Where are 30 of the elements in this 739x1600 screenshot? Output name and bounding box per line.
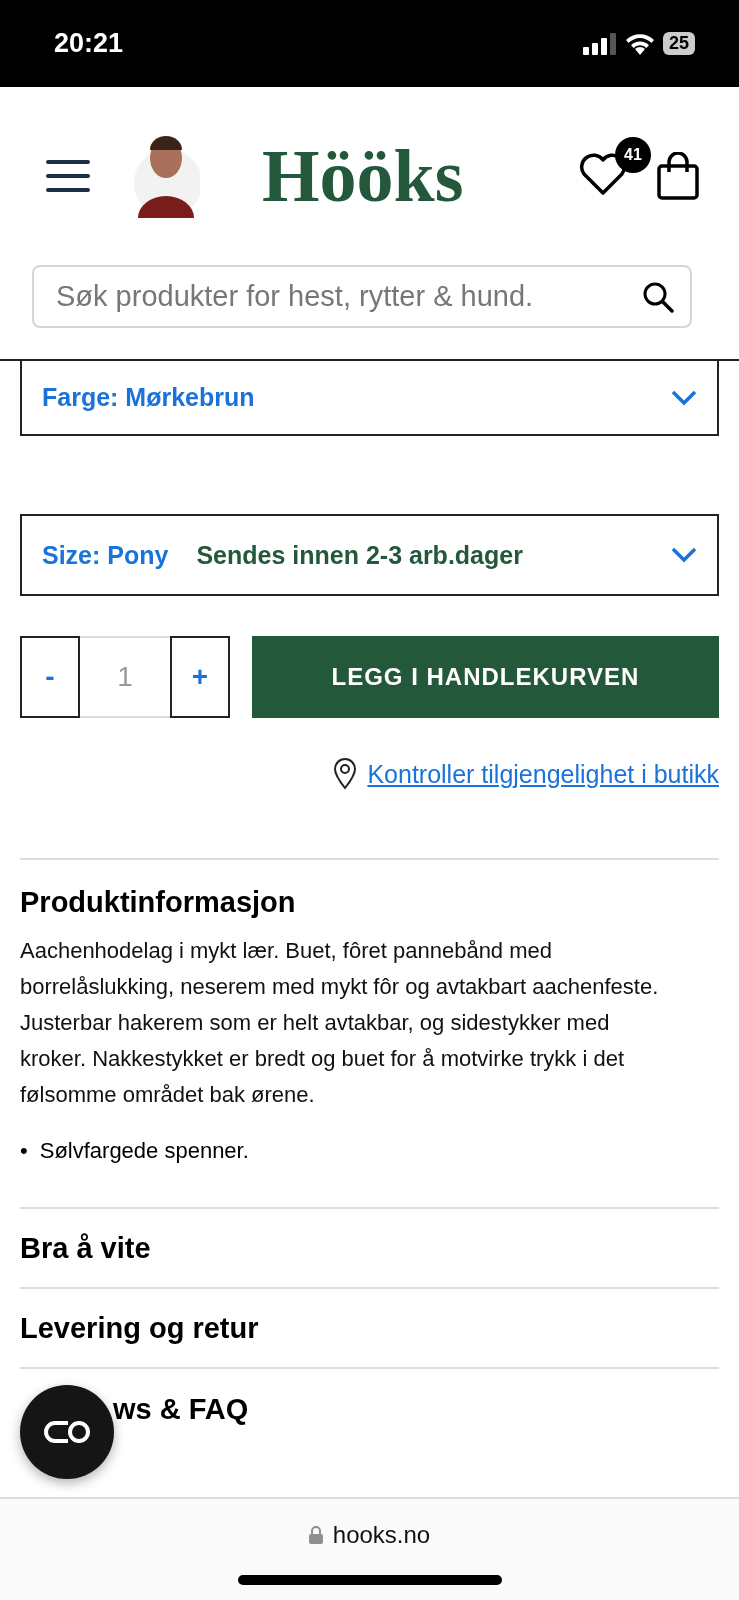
url-text[interactable]: hooks.no <box>332 1521 431 1549</box>
bullet-marker: • <box>20 1137 28 1165</box>
increase-button[interactable]: + <box>170 636 230 718</box>
product-description: Aachenhodelag i mykt lær. Buet, fôret pannebånd med borrelåslukking, neserem med mykt fôr og avtakbart aachenfeste. Justerbar hakerem som er helt avtakbar, og sidestykker med kroker. Nakkestykket er bredt og buet for å motvirke trykk i det følsomme området bak ørene. <box>20 937 660 1109</box>
wishlist-count-badge: 41 <box>615 137 651 173</box>
accordion-heading[interactable]: ws & FAQ <box>113 1392 249 1426</box>
shopping-bag-icon[interactable] <box>657 152 699 200</box>
logo[interactable]: Hööks <box>262 133 579 219</box>
signal-icon <box>582 32 617 55</box>
status-time: 20:21 <box>54 28 124 59</box>
menu-icon[interactable] <box>46 159 90 193</box>
chevron-down-icon <box>671 547 697 563</box>
location-pin-icon <box>333 758 358 790</box>
lock-icon <box>308 1526 323 1544</box>
store-availability-link[interactable]: Kontroller tilgjengelighet i butikk <box>367 759 719 789</box>
accordion-heading[interactable]: Levering og retur <box>20 1311 259 1345</box>
floating-button[interactable] <box>20 1385 114 1479</box>
wifi-icon <box>624 32 655 55</box>
search-bar[interactable]: Søk produkter for hest, rytter & hund. <box>32 265 692 328</box>
section-heading: Produktinformasjon <box>20 886 297 919</box>
battery-level: 25 <box>662 32 695 55</box>
decrease-button[interactable]: - <box>20 636 80 718</box>
option-select[interactable]: Size: Pony Sendes innen 2-3 arb.dager <box>20 514 719 596</box>
search-icon[interactable] <box>642 280 674 313</box>
feature-item: Sølvfargede spenner. <box>39 1137 249 1165</box>
add-to-cart-button[interactable]: LEGG I HANDLEKURVEN <box>252 636 719 718</box>
accordion-heading[interactable]: Bra å vite <box>20 1231 151 1265</box>
option-select[interactable]: Farge: Mørkebrun <box>20 361 719 436</box>
chevron-down-icon <box>671 389 697 406</box>
toggle-icon <box>42 1420 92 1444</box>
